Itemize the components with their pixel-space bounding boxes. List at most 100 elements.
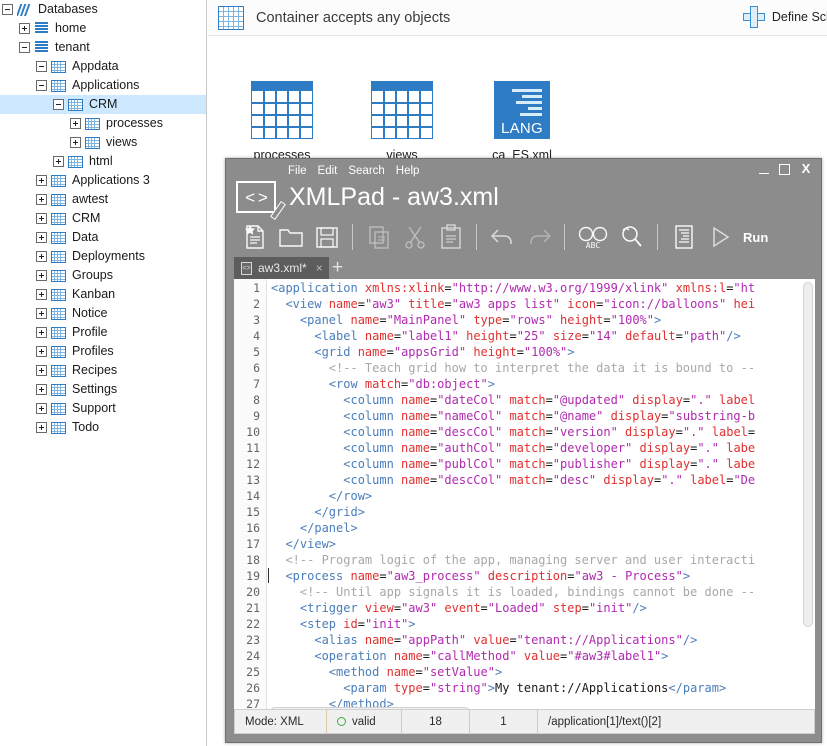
code-line[interactable]: <row match="db:object"> <box>268 376 815 392</box>
expand-icon[interactable] <box>36 346 47 357</box>
window-controls[interactable]: X <box>759 162 812 175</box>
tree-item-applications[interactable]: Applications <box>0 76 206 95</box>
tree-item-crm[interactable]: CRM <box>0 209 206 228</box>
run-label[interactable]: Run <box>743 230 768 245</box>
expand-icon[interactable] <box>36 194 47 205</box>
tree-item-settings[interactable]: Settings <box>0 380 206 399</box>
collapse-icon[interactable] <box>36 61 47 72</box>
expand-icon[interactable] <box>36 213 47 224</box>
expand-icon[interactable] <box>53 156 64 167</box>
object-item-processes[interactable]: processes <box>223 81 341 162</box>
code-line[interactable]: <column name="nameCol" match="@name" dis… <box>268 408 815 424</box>
close-icon[interactable]: X <box>800 162 812 175</box>
menu-item-file[interactable]: File <box>288 165 307 177</box>
expand-icon[interactable] <box>36 384 47 395</box>
expand-icon[interactable] <box>19 23 30 34</box>
tree-item-crm[interactable]: CRM <box>0 95 206 114</box>
collapse-icon[interactable] <box>36 80 47 91</box>
menu-item-search[interactable]: Search <box>348 165 384 177</box>
code-line[interactable]: <column name="descCol" match="version" d… <box>268 424 815 440</box>
tree-item-recipes[interactable]: Recipes <box>0 361 206 380</box>
run-icon[interactable] <box>703 221 736 253</box>
collapse-icon[interactable] <box>53 99 64 110</box>
code-line[interactable]: <label name="label1" height="25" size="1… <box>268 328 815 344</box>
code-line[interactable]: </row> <box>268 488 815 504</box>
menu-item-help[interactable]: Help <box>396 165 420 177</box>
redo-icon[interactable] <box>522 221 555 253</box>
editor-vertical-scrollbar[interactable] <box>803 282 813 716</box>
expand-icon[interactable] <box>36 365 47 376</box>
code-line[interactable]: <view name="aw3" title="aw3 apps list" i… <box>268 296 815 312</box>
tree-item-html[interactable]: html <box>0 152 206 171</box>
code-line[interactable]: <trigger view="aw3" event="Loaded" step=… <box>268 600 815 616</box>
code-line[interactable]: <grid name="appsGrid" height="100%"> <box>268 344 815 360</box>
maximize-icon[interactable] <box>779 163 790 175</box>
code-line[interactable]: <step id="init"> <box>268 616 815 632</box>
tree-item-kanban[interactable]: Kanban <box>0 285 206 304</box>
tree-item-support[interactable]: Support <box>0 399 206 418</box>
tree-item-views[interactable]: views <box>0 133 206 152</box>
collapse-icon[interactable] <box>19 42 30 53</box>
tree-item-data[interactable]: Data <box>0 228 206 247</box>
code-line[interactable]: </view> <box>268 536 815 552</box>
tree-item-groups[interactable]: Groups <box>0 266 206 285</box>
code-line[interactable]: <operation name="callMethod" value="#aw3… <box>268 648 815 664</box>
save-icon[interactable] <box>310 221 343 253</box>
tab-aw3-xml[interactable]: <> aw3.xml* × <box>234 257 329 279</box>
format-document-icon[interactable] <box>667 221 700 253</box>
minimize-icon[interactable] <box>759 165 769 174</box>
code-line[interactable]: <!-- Teach grid how to interpret the dat… <box>268 360 815 376</box>
copy-icon[interactable] <box>362 221 395 253</box>
code-text[interactable]: <application xmlns:xlink = "http://www.w3.… <box>268 279 815 719</box>
spellcheck-icon[interactable]: ABC <box>574 221 612 253</box>
xmlpad-menubar[interactable]: File Edit Search Help <box>288 165 419 177</box>
code-line[interactable]: </grid> <box>268 504 815 520</box>
expand-icon[interactable] <box>36 175 47 186</box>
expand-icon[interactable] <box>36 251 47 262</box>
expand-icon[interactable] <box>36 403 47 414</box>
object-item-views[interactable]: views <box>343 81 461 162</box>
define-schema-button[interactable]: Define Sch <box>742 6 827 28</box>
database-tree-panel[interactable]: Databases home tenant Appdata Applications CR… <box>0 0 207 746</box>
new-tab-button[interactable]: + <box>332 258 343 277</box>
expand-icon[interactable] <box>36 289 47 300</box>
code-line[interactable]: <param type="string">My tenant://Applica… <box>268 680 815 696</box>
code-editor[interactable]: 1 2 3 4 5 6 7 8 9 10 11 12 13 14 15 16 17 18 19 20 21 22 23 24 2… <box>234 279 815 719</box>
tree-item-notice[interactable]: Notice <box>0 304 206 323</box>
code-line[interactable]: <column name="publCol" match="publisher"… <box>268 456 815 472</box>
collapse-icon[interactable] <box>2 4 13 15</box>
cut-icon[interactable] <box>398 221 431 253</box>
code-line[interactable]: <process name="aw3_process" description=… <box>268 568 815 584</box>
expand-icon[interactable] <box>36 422 47 433</box>
undo-icon[interactable] <box>486 221 519 253</box>
xmlpad-window[interactable]: File Edit Search Help X < > XMLPad - aw3… <box>225 158 822 743</box>
paste-icon[interactable] <box>434 221 467 253</box>
find-icon[interactable] <box>615 221 648 253</box>
expand-icon[interactable] <box>36 327 47 338</box>
code-line[interactable]: <column name="dateCol" match="@updated" … <box>268 392 815 408</box>
tree-item-profile[interactable]: Profile <box>0 323 206 342</box>
code-line[interactable]: <alias name="appPath" value="tenant://Ap… <box>268 632 815 648</box>
expand-icon[interactable] <box>36 232 47 243</box>
code-line[interactable]: </panel> <box>268 520 815 536</box>
editor-tabbar[interactable]: <> aw3.xml* × + <box>226 255 821 279</box>
expand-icon[interactable] <box>70 118 81 129</box>
tree-item-databases[interactable]: Databases <box>0 0 206 19</box>
xmlpad-toolbar[interactable]: ABC Run <box>226 217 821 257</box>
tree-item-deployments[interactable]: Deployments <box>0 247 206 266</box>
code-line[interactable]: <panel name="MainPanel" type="rows" heig… <box>268 312 815 328</box>
scrollbar-thumb[interactable] <box>803 282 813 627</box>
tree-item-todo[interactable]: Todo <box>0 418 206 437</box>
new-file-icon[interactable] <box>238 221 271 253</box>
tree-item-home[interactable]: home <box>0 19 206 38</box>
code-line[interactable]: <method name="setValue"> <box>268 664 815 680</box>
expand-icon[interactable] <box>36 308 47 319</box>
open-folder-icon[interactable] <box>274 221 307 253</box>
code-line[interactable]: <!-- Program logic of the app, managing … <box>268 552 815 568</box>
tree-item-tenant[interactable]: tenant <box>0 38 206 57</box>
code-line[interactable]: <column name="authCol" match="developer"… <box>268 440 815 456</box>
tree-item-processes[interactable]: processes <box>0 114 206 133</box>
object-item-ca-es-xml[interactable]: LANG ca_ES.xml <box>463 81 581 162</box>
code-line[interactable]: <application xmlns:xlink="http://www.w3.… <box>268 280 815 296</box>
tree-item-profiles[interactable]: Profiles <box>0 342 206 361</box>
